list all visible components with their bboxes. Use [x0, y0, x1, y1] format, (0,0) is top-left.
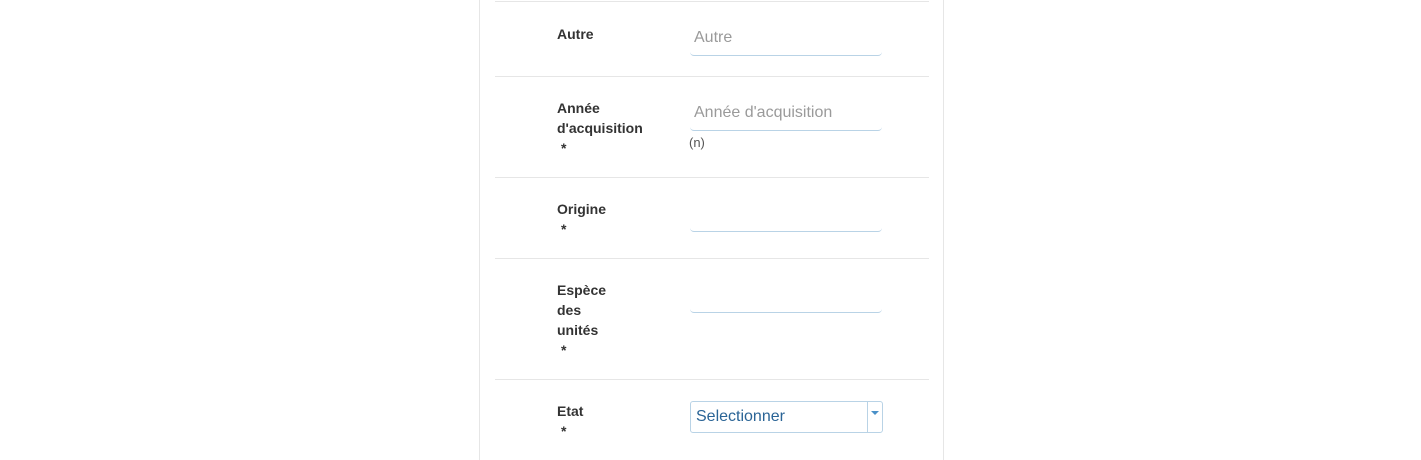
form-row-espece-unites: Espèce des unités *	[495, 258, 929, 379]
label-text: Origine	[557, 201, 607, 217]
label-text: Autre	[557, 26, 594, 42]
label-text: Etat	[557, 403, 584, 419]
field-label-annee-acquisition: Année d'acquisition *	[557, 98, 652, 158]
autre-input[interactable]	[690, 20, 882, 56]
required-marker: *	[561, 342, 567, 358]
form-row-annee-acquisition: Année d'acquisition * (n)	[495, 76, 929, 177]
select-value: Selectionner	[696, 408, 785, 425]
required-marker: *	[561, 140, 567, 156]
page: Autre Année d'acquisition * (n) Origine …	[0, 0, 1421, 460]
annee-acquisition-input[interactable]	[690, 95, 882, 131]
origine-input[interactable]	[690, 196, 882, 232]
field-label-espece-unites: Espèce des unités *	[557, 280, 652, 360]
label-text: Espèce des unités	[557, 282, 607, 338]
field-label-origine: Origine *	[557, 199, 652, 239]
select-toggle[interactable]	[867, 402, 882, 432]
field-hint: (n)	[689, 135, 705, 150]
field-label-autre: Autre	[557, 24, 652, 44]
form-panel: Autre Année d'acquisition * (n) Origine …	[479, 0, 944, 460]
required-marker: *	[561, 221, 567, 237]
label-text: Année d'acquisition	[557, 100, 643, 136]
espece-unites-input[interactable]	[690, 277, 882, 313]
field-label-etat: Etat *	[557, 401, 652, 441]
form-row-origine: Origine *	[495, 177, 929, 258]
required-marker: *	[561, 423, 567, 439]
etat-select[interactable]: Selectionner	[690, 401, 883, 433]
form-row-autre: Autre	[495, 1, 929, 76]
form-row-etat: Etat * Selectionner	[495, 379, 929, 460]
caret-down-icon	[871, 411, 879, 415]
